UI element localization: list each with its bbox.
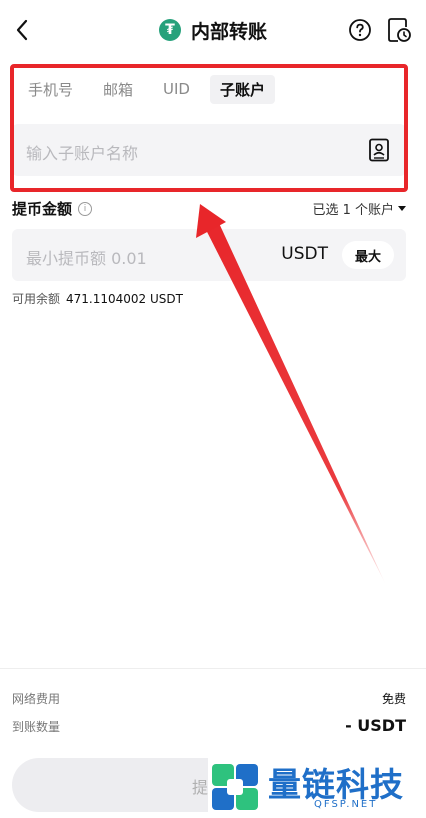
history-clock-icon (388, 18, 411, 42)
tether-coin-icon: ₮ (158, 19, 181, 41)
history-button[interactable] (386, 16, 412, 44)
receive-amount-value: - USDT (345, 716, 406, 735)
divider (0, 668, 426, 669)
page-title: 内部转账 (190, 20, 267, 43)
network-fee-label: 网络费用 (12, 692, 61, 706)
amount-unit: USDT (281, 244, 328, 264)
help-button[interactable] (348, 18, 372, 42)
account-selector[interactable]: 已选 1 个账户 (312, 199, 406, 218)
watermark-logo-icon (212, 764, 258, 810)
watermark-url: QFSP.NET (314, 799, 378, 810)
selected-accounts-text: 已选 1 个账户 (312, 203, 394, 218)
highlight-box (10, 64, 408, 192)
network-fee-value: 免费 (381, 692, 406, 706)
caret-down-icon (398, 205, 406, 211)
max-button[interactable]: 最大 (342, 241, 394, 269)
available-value: 471.1104002 USDT (66, 292, 183, 306)
amount-placeholder: 最小提币额 0.01 (26, 249, 147, 268)
help-circle-icon (349, 19, 371, 41)
available-label: 可用余额 (12, 292, 61, 306)
watermark: 量链科技 QFSP.NET (208, 756, 426, 818)
info-icon[interactable]: i (78, 201, 93, 216)
amount-label-text: 提币金额 (12, 200, 73, 218)
available-balance: 可用余额 471.1104002 USDT (12, 290, 183, 307)
amount-label: 提币金额 i (12, 198, 93, 219)
receive-amount-label: 到账数量 (12, 720, 61, 734)
submit-label: 提 (192, 778, 209, 797)
amount-input[interactable]: 最小提币额 0.01 USDT 最大 (12, 229, 406, 281)
